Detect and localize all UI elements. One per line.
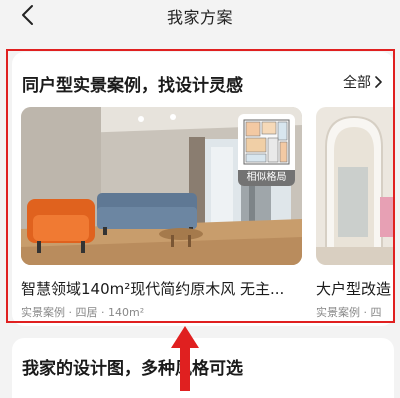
- design-section-title: 我家的设计图，多种风格可选: [22, 359, 243, 379]
- top-bar: 我家方案: [0, 0, 400, 30]
- case-section-card: 同户型实景案例，找设计灵感 全部 相似格局 智慧领域140m²现代简约原木风 无…: [12, 52, 394, 326]
- case-meta: 实景案例 · 四居 · 140m²: [21, 306, 145, 319]
- up-arrow-annotation-icon: [171, 326, 199, 391]
- case-title[interactable]: 智慧领域140m²现代简约原木风 无主...: [21, 278, 303, 299]
- similar-layout-badge: 相似格局: [238, 170, 295, 186]
- view-all-label: 全部: [343, 75, 371, 91]
- view-all-link[interactable]: 全部: [343, 72, 382, 92]
- floor-plan-icon: [243, 119, 290, 165]
- section-title: 同户型实景案例，找设计灵感: [22, 76, 243, 96]
- arched-room-illustration: [316, 107, 394, 265]
- case-title-second[interactable]: 大户型改造: [316, 278, 394, 299]
- case-meta-second: 实景案例 · 四: [316, 306, 382, 319]
- page-title: 我家方案: [166, 8, 233, 27]
- design-section-card: 我家的设计图，多种风格可选: [12, 338, 394, 398]
- chevron-right-icon: [375, 76, 382, 88]
- case-photo-second[interactable]: [316, 107, 394, 265]
